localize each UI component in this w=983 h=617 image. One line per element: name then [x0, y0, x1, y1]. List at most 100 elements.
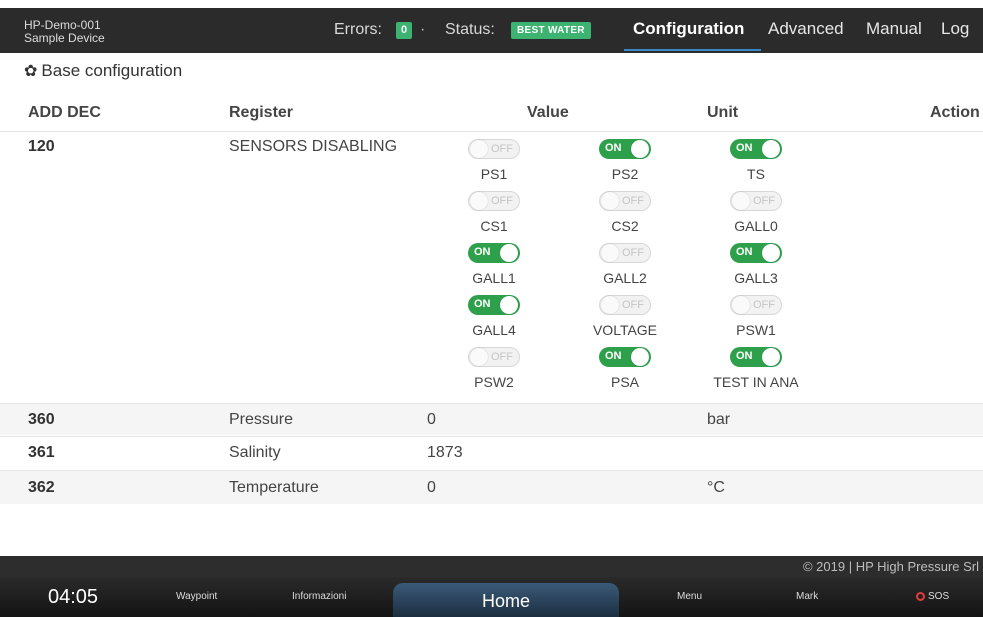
- toggle-cs2[interactable]: OFF: [599, 191, 651, 211]
- toggle-ps2[interactable]: ON: [599, 139, 651, 159]
- nav-log[interactable]: Log: [941, 19, 969, 39]
- toggle-knob: [762, 244, 780, 262]
- sos-button[interactable]: SOS: [928, 591, 949, 602]
- toggle-gall4[interactable]: ON: [468, 295, 520, 315]
- row-addr: 362: [28, 479, 55, 496]
- toggle-knob: [631, 140, 649, 158]
- toggle-label: GALL0: [734, 218, 778, 234]
- col-header-value: Value: [527, 104, 569, 121]
- toggle-knob: [762, 348, 780, 366]
- col-header-register: Register: [229, 104, 294, 121]
- toggle-switch: OFF: [468, 347, 520, 367]
- toggle-switch: OFF: [730, 191, 782, 211]
- toggle-label: GALL1: [472, 270, 516, 286]
- toggle-switch: ON: [468, 295, 520, 315]
- row-addr: 361: [28, 444, 55, 461]
- row-value: 0: [427, 479, 436, 496]
- toggle-knob: [601, 192, 619, 210]
- device-info: HP-Demo-001 Sample Device: [24, 19, 105, 45]
- toggle-switch: ON: [730, 139, 782, 159]
- toggle-knob: [470, 348, 488, 366]
- toggle-switch: OFF: [730, 295, 782, 315]
- toggle-state-text: OFF: [622, 247, 644, 259]
- toggle-label: GALL3: [734, 270, 778, 286]
- toggle-knob: [601, 244, 619, 262]
- status-label: Status:: [445, 21, 495, 38]
- device-name: Sample Device: [24, 31, 105, 45]
- toggle-state-text: OFF: [753, 299, 775, 311]
- toggle-gall2[interactable]: OFF: [599, 243, 651, 263]
- toggle-psw1[interactable]: OFF: [730, 295, 782, 315]
- waypoint-button[interactable]: Waypoint: [176, 591, 217, 602]
- toggle-state-text: OFF: [491, 351, 513, 363]
- toggle-state-text: ON: [605, 142, 622, 154]
- toggle-cs1[interactable]: OFF: [468, 191, 520, 211]
- toggle-label: PS1: [480, 166, 508, 182]
- informazioni-button[interactable]: Informazioni: [292, 591, 346, 602]
- row-divider: [0, 131, 983, 132]
- errors-count-badge[interactable]: 0: [396, 22, 412, 39]
- copyright-bar: © 2019 | HP High Pressure Srl: [0, 556, 983, 577]
- errors-label: Errors:: [334, 21, 382, 38]
- toggle-knob: [732, 192, 750, 210]
- nav-configuration[interactable]: Configuration: [633, 19, 744, 39]
- row-addr: 120: [28, 138, 55, 155]
- section-title: ✿ Base configuration: [24, 61, 182, 81]
- toggle-switch: ON: [730, 347, 782, 367]
- menu-button[interactable]: Menu: [677, 591, 702, 602]
- nav-manual[interactable]: Manual: [866, 19, 922, 39]
- nav-advanced[interactable]: Advanced: [768, 19, 844, 39]
- home-label: Home: [481, 591, 530, 611]
- copyright-text: © 2019 | HP High Pressure Srl: [802, 559, 979, 574]
- toggle-psw2[interactable]: OFF: [468, 347, 520, 367]
- toggle-knob: [601, 296, 619, 314]
- toggle-gall0[interactable]: OFF: [730, 191, 782, 211]
- toggle-switch: ON: [599, 139, 651, 159]
- toggle-knob: [470, 140, 488, 158]
- toggle-test-in-ana[interactable]: ON: [730, 347, 782, 367]
- toggle-label: CS2: [611, 218, 639, 234]
- col-header-unit: Unit: [707, 104, 739, 121]
- row-register: Pressure: [229, 411, 294, 428]
- row-divider: [0, 403, 983, 404]
- toggle-label: PSW2: [474, 374, 514, 390]
- bottom-nav-bar: 04:05 Waypoint Informazioni Home Menu Ma…: [0, 577, 983, 617]
- toggle-knob: [631, 348, 649, 366]
- toggle-psa[interactable]: ON: [599, 347, 651, 367]
- row-value: 0: [427, 411, 436, 428]
- row-stripe: [0, 403, 983, 435]
- col-header-addr: ADD DEC: [28, 104, 101, 121]
- toggle-knob: [762, 140, 780, 158]
- toggle-state-text: ON: [605, 350, 622, 362]
- toggle-state-text: ON: [736, 246, 753, 258]
- toggle-label: VOLTAGE: [592, 322, 658, 338]
- mark-button[interactable]: Mark: [796, 591, 818, 602]
- active-nav-indicator: [624, 49, 761, 51]
- home-button[interactable]: Home: [393, 583, 619, 617]
- toggle-knob: [500, 244, 518, 262]
- gear-icon: ✿: [24, 63, 38, 80]
- toggle-state-text: ON: [736, 142, 753, 154]
- row-stripe: [0, 470, 983, 504]
- toggle-label: PS2: [611, 166, 639, 182]
- toggle-label: GALL2: [603, 270, 647, 286]
- toggle-switch: ON: [599, 347, 651, 367]
- toggle-gall1[interactable]: ON: [468, 243, 520, 263]
- toggle-gall3[interactable]: ON: [730, 243, 782, 263]
- toggle-switch: OFF: [599, 191, 651, 211]
- row-unit: °C: [707, 479, 725, 496]
- toggle-switch: OFF: [599, 243, 651, 263]
- toggle-voltage[interactable]: OFF: [599, 295, 651, 315]
- toggle-ps1[interactable]: OFF: [468, 139, 520, 159]
- toggle-state-text: ON: [474, 246, 491, 258]
- status-badge: BEST WATER: [511, 22, 591, 39]
- toggle-knob: [500, 296, 518, 314]
- row-register: SENSORS DISABLING: [229, 138, 398, 155]
- toggle-switch: OFF: [468, 139, 520, 159]
- toggle-label: CS1: [480, 218, 508, 234]
- row-register: Salinity: [229, 444, 281, 461]
- toggle-ts[interactable]: ON: [730, 139, 782, 159]
- row-register: Temperature: [229, 479, 319, 496]
- col-header-action: Action: [930, 104, 980, 121]
- toggle-knob: [732, 296, 750, 314]
